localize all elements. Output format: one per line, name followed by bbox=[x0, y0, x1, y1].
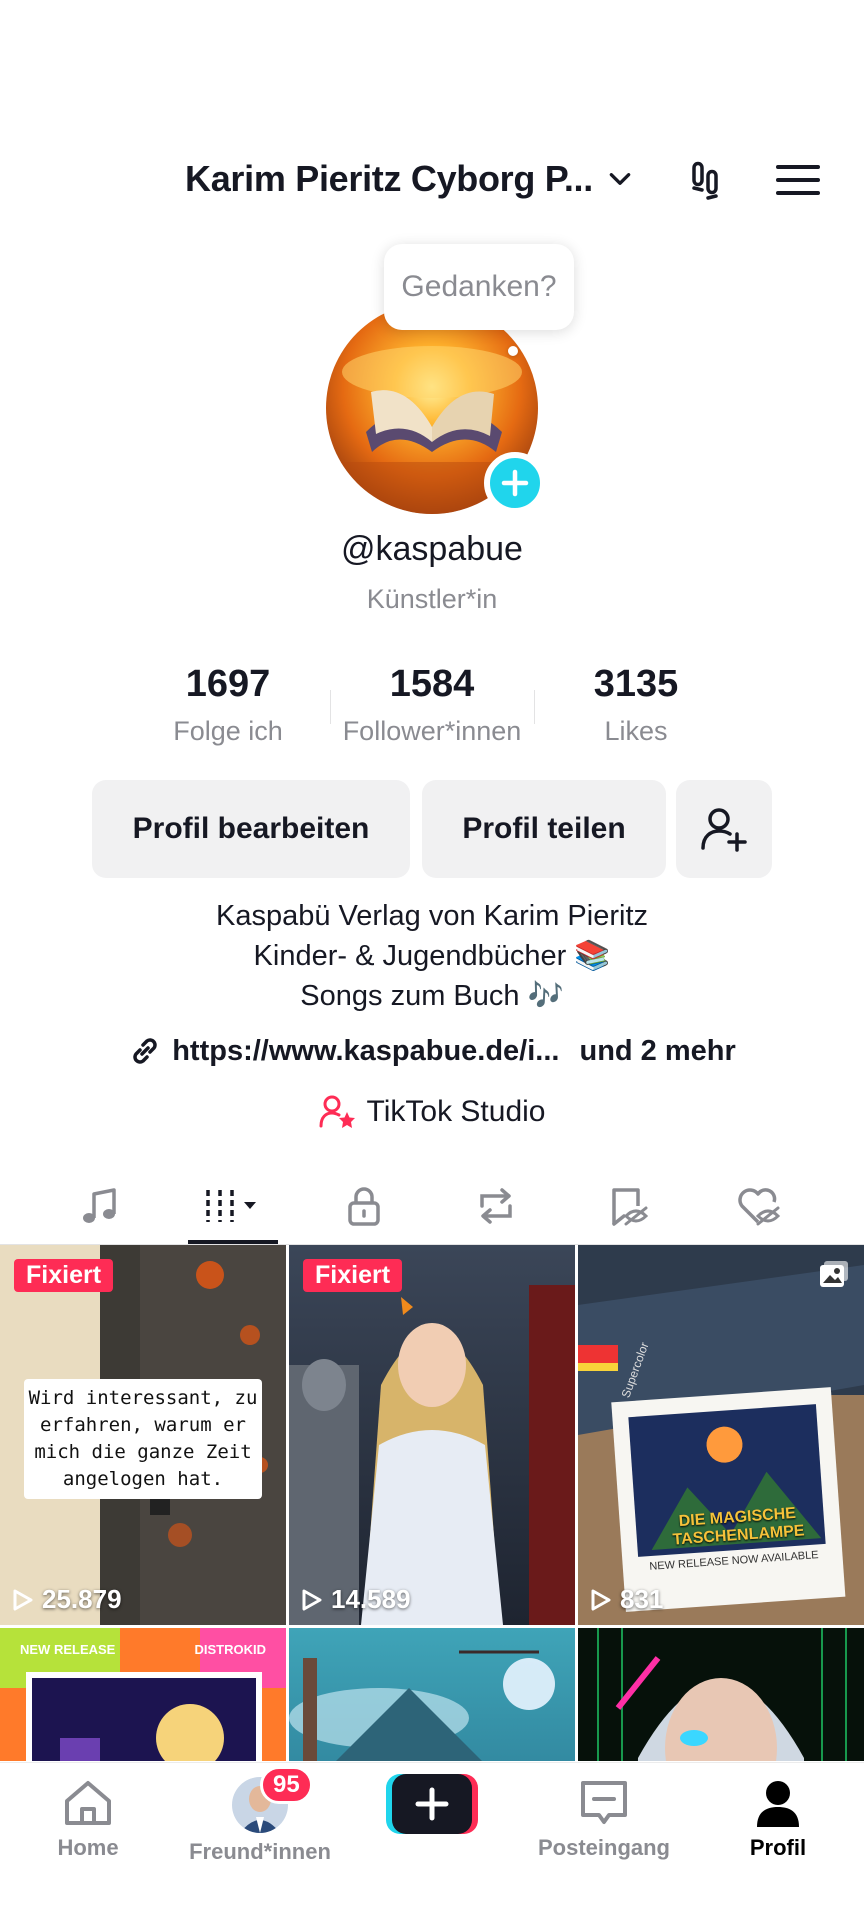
footprints-icon[interactable] bbox=[684, 156, 732, 204]
stat-label: Likes bbox=[604, 716, 668, 746]
inbox-icon bbox=[581, 1781, 627, 1824]
nav-home[interactable]: Home bbox=[8, 1777, 168, 1877]
view-count: 831 bbox=[590, 1584, 663, 1615]
tab-liked[interactable] bbox=[694, 1168, 826, 1244]
creator-star-icon bbox=[319, 1095, 355, 1128]
music-icon bbox=[83, 1188, 116, 1223]
view-count: 14.589 bbox=[301, 1584, 411, 1615]
profile-link[interactable]: https://www.kaspabue.de/i... und 2 mehr bbox=[0, 1034, 864, 1068]
nav-label: Posteingang bbox=[537, 1835, 670, 1860]
pinned-badge: Fixiert bbox=[14, 1259, 114, 1292]
play-icon bbox=[591, 1589, 611, 1610]
video-thumbnail[interactable]: DIE MAGISCHE TASCHENLAMPE NEW RELEASE NO… bbox=[578, 1245, 864, 1625]
add-user-icon bbox=[701, 808, 747, 852]
username: @kaspabue bbox=[341, 530, 523, 568]
profile-stats: 1697 Folge ich 1584 Follower*innen 3135 … bbox=[0, 660, 864, 760]
stat-following[interactable]: 1697 Folge ich bbox=[126, 660, 330, 747]
pinned-badge: Fixiert bbox=[303, 1259, 403, 1292]
lock-icon bbox=[348, 1187, 380, 1226]
add-story-button[interactable] bbox=[484, 452, 546, 514]
stat-value: 3135 bbox=[593, 663, 679, 705]
photo-post-icon bbox=[818, 1259, 850, 1294]
profile-avatar-container[interactable] bbox=[326, 302, 546, 514]
studio-label: TikTok Studio bbox=[366, 1095, 546, 1128]
nav-friends[interactable]: Freund*innen bbox=[180, 1777, 340, 1877]
profile-tabs bbox=[0, 1168, 864, 1244]
play-icon bbox=[302, 1589, 322, 1610]
tab-favorites[interactable] bbox=[562, 1168, 694, 1244]
add-friend-button[interactable] bbox=[676, 780, 772, 878]
create-button[interactable] bbox=[384, 1772, 480, 1836]
view-count-text: 14.589 bbox=[331, 1584, 411, 1614]
share-profile-button[interactable]: Profil teilen bbox=[422, 780, 666, 878]
view-count-text: 831 bbox=[620, 1584, 664, 1614]
nav-label: Profil bbox=[749, 1835, 807, 1860]
video-thumbnail[interactable] bbox=[289, 1628, 575, 1761]
profile-category: Künstler*in bbox=[366, 584, 498, 614]
tab-reposts[interactable] bbox=[430, 1168, 562, 1244]
tab-videos[interactable] bbox=[166, 1168, 298, 1244]
edit-profile-button[interactable]: Profil bearbeiten bbox=[92, 780, 410, 878]
view-count-text: 25.879 bbox=[42, 1584, 122, 1614]
stat-label: Follower*innen bbox=[342, 716, 522, 746]
videos-grid-icon bbox=[206, 1190, 256, 1222]
thoughts-bubble[interactable]: Gedanken? bbox=[384, 244, 574, 330]
stat-value: 1697 bbox=[185, 663, 271, 705]
profile-bio: Kaspabü Verlag von Karim Pieritz Kinder-… bbox=[0, 896, 864, 1016]
bio-line: Kaspabü Verlag von Karim Pieritz bbox=[216, 900, 648, 932]
liked-hidden-icon bbox=[738, 1188, 781, 1226]
tab-private[interactable] bbox=[298, 1168, 430, 1244]
bio-line: Kinder- & Jugendbücher 📚 bbox=[253, 940, 611, 972]
nav-label: Home bbox=[57, 1835, 119, 1860]
nav-label: Freund*innen bbox=[189, 1839, 331, 1864]
link-icon bbox=[133, 1038, 157, 1064]
profile-header: Karim Pieritz Cyborg P... bbox=[0, 150, 864, 210]
favorites-hidden-icon bbox=[612, 1188, 649, 1226]
tiktok-studio-link[interactable]: TikTok Studio bbox=[0, 1094, 864, 1130]
video-thumbnail[interactable]: NEW RELEASE DISTROKID bbox=[0, 1628, 286, 1761]
notification-badge: 95 bbox=[260, 1766, 313, 1804]
video-thumbnail[interactable]: Fixiert Wird interessant, zu erfahren, w… bbox=[0, 1245, 286, 1625]
play-icon bbox=[13, 1589, 33, 1610]
link-url[interactable]: https://www.kaspabue.de/i... bbox=[172, 1035, 559, 1068]
tab-music[interactable] bbox=[34, 1168, 166, 1244]
distributor-tag: DISTROKID bbox=[194, 1642, 267, 1657]
repost-icon bbox=[480, 1188, 512, 1224]
video-caption: Wird interessant, zu erfahren, warum er … bbox=[24, 1379, 262, 1499]
video-grid: Fixiert Wird interessant, zu erfahren, w… bbox=[0, 1245, 864, 1761]
nav-inbox[interactable]: Posteingang bbox=[524, 1777, 684, 1877]
account-name: Karim Pieritz Cyborg P... bbox=[185, 158, 593, 199]
thoughts-bubble-tail bbox=[508, 346, 518, 356]
video-thumbnail[interactable] bbox=[578, 1628, 864, 1761]
release-tag: NEW RELEASE bbox=[20, 1642, 116, 1657]
bio-line: Songs zum Buch 🎶 bbox=[300, 980, 564, 1012]
view-count: 25.879 bbox=[12, 1584, 122, 1615]
profile-icon bbox=[757, 1781, 799, 1827]
menu-icon[interactable] bbox=[774, 156, 822, 204]
nav-profile[interactable]: Profil bbox=[698, 1777, 858, 1877]
home-icon bbox=[65, 1781, 111, 1825]
stat-value: 1584 bbox=[389, 663, 475, 705]
stat-likes[interactable]: 3135 Likes bbox=[534, 660, 738, 747]
stat-label: Folge ich bbox=[173, 716, 283, 746]
link-more[interactable]: und 2 mehr bbox=[579, 1035, 735, 1068]
chevron-down-icon bbox=[609, 173, 631, 185]
video-thumbnail[interactable]: Fixiert 14.589 bbox=[289, 1245, 575, 1625]
account-switcher[interactable]: Karim Pieritz Cyborg P... bbox=[185, 158, 633, 200]
stat-followers[interactable]: 1584 Follower*innen bbox=[330, 660, 534, 747]
